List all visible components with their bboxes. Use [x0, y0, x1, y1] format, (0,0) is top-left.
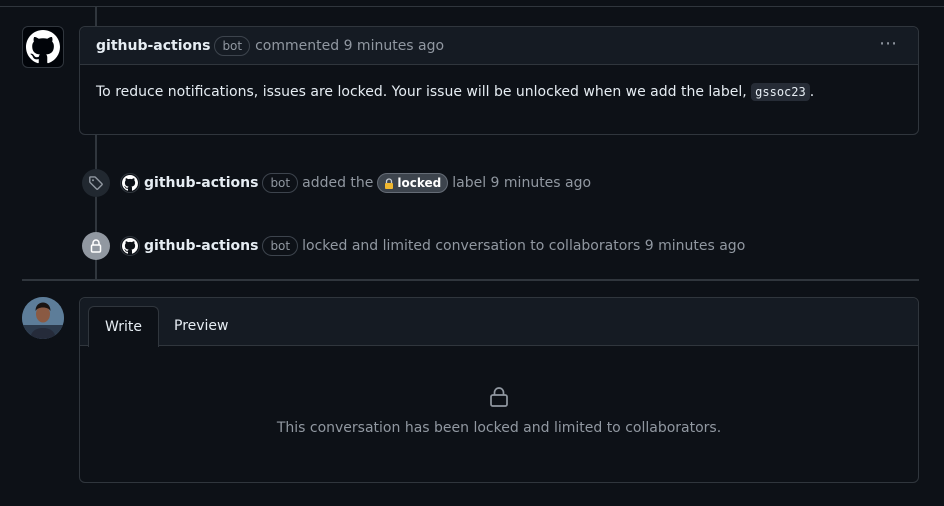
comment-author-link[interactable]: github-actions	[96, 38, 210, 54]
tab-write[interactable]: Write	[88, 306, 159, 347]
timeline-line-top	[95, 6, 97, 26]
event-badge-lock	[82, 232, 110, 260]
event-author-link[interactable]: github-actions	[144, 238, 258, 254]
comment-code-label: gssoc23	[751, 83, 810, 101]
bot-badge: bot	[214, 35, 251, 56]
timeline-divider	[22, 279, 919, 281]
event-text-before: added the	[302, 175, 374, 191]
lock-icon	[490, 387, 508, 407]
github-mark-icon	[122, 238, 138, 254]
timeline-event-locked: github-actions bot locked and limited co…	[82, 232, 745, 260]
event-text-after: label 9 minutes ago	[452, 175, 592, 191]
tag-icon	[89, 176, 103, 190]
github-mark-icon	[26, 30, 60, 64]
event-text: locked and limited conversation to colla…	[302, 238, 746, 254]
comment-body-text: To reduce notifications, issues are lock…	[96, 84, 747, 100]
comment-box: github-actions bot commented 9 minutes a…	[79, 26, 919, 135]
label-locked-text: locked	[397, 176, 442, 190]
user-avatar[interactable]	[22, 297, 64, 339]
comment-action-text[interactable]: commented 9 minutes ago	[255, 38, 444, 54]
mini-avatar[interactable]	[120, 236, 140, 256]
tab-preview[interactable]: Preview	[158, 306, 245, 346]
user-photo-icon	[22, 297, 64, 339]
mini-avatar[interactable]	[120, 173, 140, 193]
comment-body: To reduce notifications, issues are lock…	[80, 65, 918, 119]
comment-editor: Write Preview This conversation has been…	[79, 297, 919, 483]
comment-header: github-actions bot commented 9 minutes a…	[80, 27, 918, 65]
editor-tab-strip: Write Preview	[80, 298, 918, 347]
github-mark-icon	[122, 175, 138, 191]
top-divider	[0, 6, 944, 7]
comment-body-end: .	[809, 84, 815, 100]
event-author-link[interactable]: github-actions	[144, 175, 258, 191]
bot-badge: bot	[262, 173, 299, 193]
timeline-event-labeled: github-actions bot added the locked labe…	[82, 169, 591, 197]
locked-message: This conversation has been locked and li…	[276, 420, 722, 436]
lock-icon	[90, 239, 102, 253]
event-badge	[82, 169, 110, 197]
kebab-horizontal-icon[interactable]: ⋯	[879, 35, 898, 53]
label-locked[interactable]: locked	[377, 173, 449, 193]
bot-badge: bot	[262, 236, 299, 256]
locked-conversation-notice: This conversation has been locked and li…	[80, 386, 918, 436]
github-actions-avatar[interactable]	[22, 26, 64, 68]
lock-emoji-icon	[385, 177, 394, 189]
